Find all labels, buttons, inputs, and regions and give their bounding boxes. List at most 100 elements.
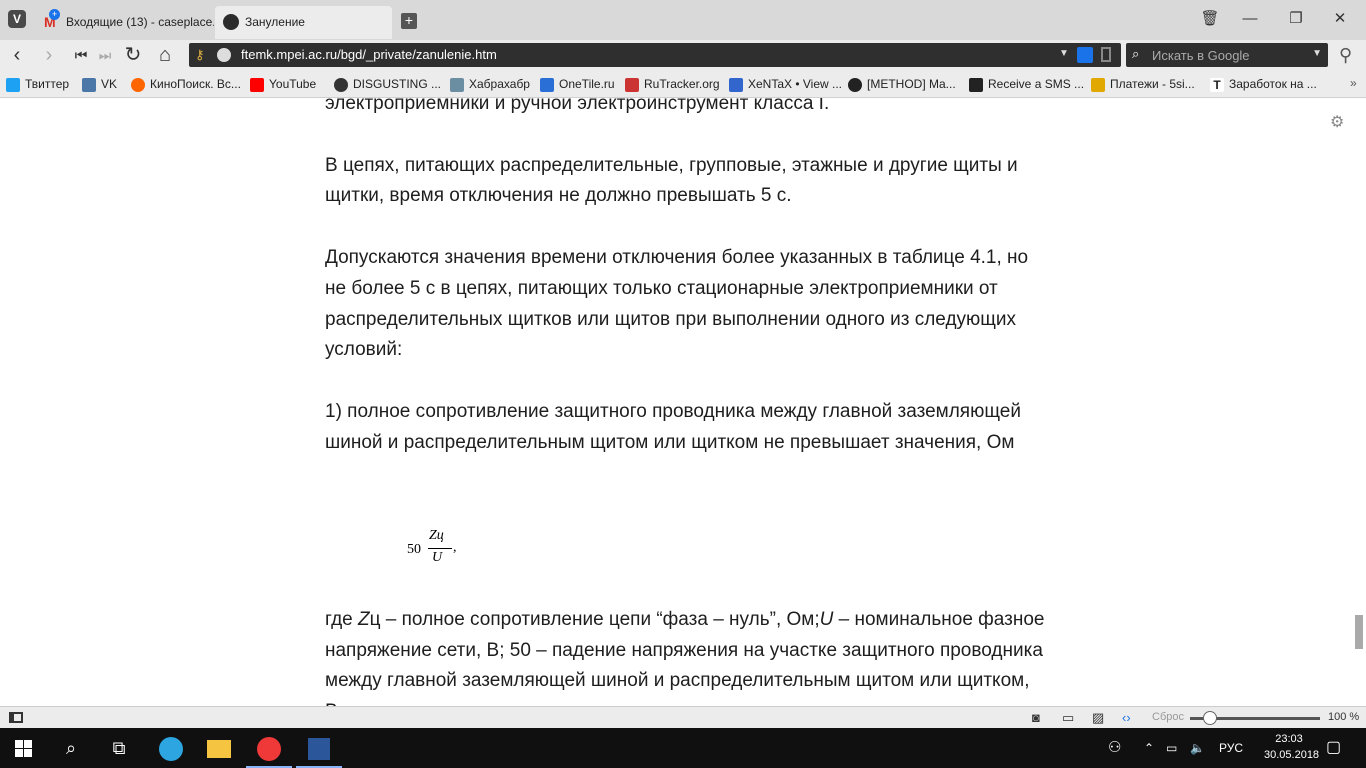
site-info-icon[interactable] (217, 48, 231, 62)
rewind-button[interactable]: ⏮ (70, 44, 92, 66)
forward-button[interactable]: › (38, 44, 60, 66)
method-icon (848, 78, 862, 92)
bookmark-item[interactable]: [METHOD] Ma... (848, 77, 956, 92)
bookmark-item[interactable]: КиноПоиск. Вс... (131, 77, 241, 92)
fraction-bar (428, 548, 452, 549)
notifications-icon[interactable]: ▢ (1326, 728, 1341, 768)
bookmark-item[interactable]: Receive a SMS ... (969, 77, 1084, 92)
formula-denominator: U (432, 550, 443, 565)
tab-bar: V M + Входящие (13) - caseplace.a Зануле… (0, 0, 1366, 40)
bookmark-item[interactable]: RuTracker.org (625, 77, 720, 92)
chevron-down-icon[interactable]: ▼ (1059, 48, 1069, 59)
bookmark-item[interactable]: Твиттер (6, 77, 69, 92)
kinopoisk-icon (131, 78, 145, 92)
back-button[interactable]: ‹ (6, 44, 28, 66)
scrollbar[interactable] (1352, 98, 1366, 706)
clock-date: 30.05.2018 (1264, 749, 1320, 761)
bookmark-item[interactable]: DISGUSTING ... (334, 77, 441, 92)
youtube-icon (250, 78, 264, 92)
file-explorer-icon[interactable] (196, 728, 242, 768)
formula-coefficient: 50 (407, 542, 421, 557)
tab-label: Зануление (245, 15, 305, 29)
formula-numerator: Zц (429, 528, 444, 543)
chevron-up-icon[interactable]: ⌃ (1144, 728, 1154, 768)
reload-button[interactable]: ↻ (122, 44, 144, 66)
vivaldi-menu-icon[interactable]: V (8, 10, 26, 28)
network-icon[interactable]: ▭ (1166, 728, 1177, 768)
bookmark-item[interactable]: XeNTaX • View ... (729, 77, 842, 92)
reader-view-icon[interactable] (1077, 47, 1093, 63)
camera-icon[interactable]: ◙ (1032, 710, 1040, 725)
zoom-reset[interactable]: Сброс (1152, 711, 1184, 723)
bookmark-item[interactable]: OneTile.ru (540, 77, 615, 92)
volume-icon[interactable]: 🔈 (1190, 728, 1205, 768)
status-bar: ◙ ▭ ▨ ‹› Сброс 100 % (0, 706, 1366, 728)
page-content: электроприемники и ручной электроинструм… (0, 98, 1366, 706)
bookmark-item[interactable]: VK (82, 77, 117, 92)
notification-badge: + (49, 9, 60, 20)
article-text: электроприемники и ручной электроинструм… (325, 98, 1045, 489)
paragraph: где Zц – полное сопротивление цепи “фаза… (325, 609, 1045, 706)
search-icon[interactable]: ⌕ (48, 728, 94, 768)
windows-taskbar: ⌕ ⧉ ⚇ ⌃ ▭ 🔈 РУС 23:03 30.05.2018 ▢ (0, 728, 1366, 768)
restore-button[interactable]: ❐ (1286, 8, 1306, 30)
fast-forward-button[interactable]: ⏭ (94, 44, 116, 66)
disgusting-icon (334, 78, 348, 92)
search-field[interactable]: ⌕ Искать в Google ▼ (1126, 43, 1328, 67)
code-icon[interactable]: ‹› (1122, 710, 1131, 725)
rutracker-icon (625, 78, 639, 92)
bookmark-item[interactable]: Платежи - 5si... (1091, 77, 1195, 92)
extension-icon[interactable]: ⚲ (1339, 45, 1352, 66)
new-tab-button[interactable]: + (401, 13, 417, 29)
panel-toggle-icon[interactable] (9, 712, 23, 723)
scroll-thumb[interactable] (1355, 615, 1363, 649)
bookmark-item[interactable]: YouTube (250, 77, 316, 92)
tab-label: Входящие (13) - caseplace.a (66, 15, 214, 29)
image-icon[interactable]: ▨ (1092, 710, 1104, 726)
window-icon[interactable]: ▭ (1062, 710, 1074, 726)
zoom-value: 100 % (1328, 711, 1360, 723)
paragraph: электроприемники и ручной электроинструм… (325, 98, 830, 114)
tab-gmail[interactable]: M + Входящие (13) - caseplace.a (36, 6, 214, 39)
close-button[interactable]: ✕ (1330, 8, 1350, 30)
chevron-down-icon[interactable]: ▼ (1312, 48, 1322, 59)
trash-icon[interactable]: 🗑 (1200, 8, 1220, 30)
bookmark-icon[interactable] (1101, 47, 1111, 62)
paragraph: В цепях, питающих распределительные, гру… (325, 154, 1018, 207)
habr-icon (450, 78, 464, 92)
paragraph: 1) полное сопротивление защитного провод… (325, 400, 1021, 453)
zoom-slider-handle[interactable] (1202, 711, 1217, 725)
formula-comma: , (453, 540, 457, 555)
search-icon: ⌕ (1132, 46, 1140, 61)
windows-icon (15, 740, 32, 757)
url-field[interactable]: ⚷ ftemk.mpei.ac.ru/bgd/_private/zanuleni… (189, 43, 1121, 67)
url-text[interactable]: ftemk.mpei.ac.ru/bgd/_private/zanulenie.… (241, 47, 497, 62)
globe-icon (223, 14, 239, 30)
language-indicator[interactable]: РУС (1219, 728, 1243, 768)
twitter-icon (6, 78, 20, 92)
gear-icon[interactable]: ⚙ (1330, 112, 1344, 132)
start-button[interactable] (0, 728, 46, 768)
key-icon[interactable]: ⚷ (195, 47, 205, 63)
onetile-icon (540, 78, 554, 92)
bookmark-item[interactable]: Хабрахабр (450, 77, 530, 92)
bookmark-item[interactable]: T Заработок на ... (1210, 77, 1317, 92)
people-icon[interactable]: ⚇ (1108, 728, 1121, 768)
payments-icon (1091, 78, 1105, 92)
tab-zanulenie[interactable]: Зануление (215, 6, 392, 39)
more-bookmarks-icon[interactable]: » (1350, 76, 1357, 90)
minimize-button[interactable]: — (1240, 8, 1260, 30)
t-icon: T (1210, 78, 1224, 92)
clock-time: 23:03 (1275, 733, 1303, 745)
vk-icon (82, 78, 96, 92)
bookmarks-bar: Твиттер VK КиноПоиск. Вс... YouTube DISG… (0, 72, 1366, 98)
telegram-icon[interactable] (148, 728, 194, 768)
paragraph: Допускаются значения времени отключения … (325, 247, 1029, 361)
clock[interactable]: 23:03 30.05.2018 (1264, 731, 1320, 763)
home-button[interactable]: ⌂ (154, 44, 176, 66)
vivaldi-taskbar-icon[interactable] (246, 728, 292, 768)
xentax-icon (729, 78, 743, 92)
address-toolbar: ‹ › ⏮ ⏭ ↻ ⌂ ⚷ ftemk.mpei.ac.ru/bgd/_priv… (0, 40, 1366, 72)
word-icon[interactable] (296, 728, 342, 768)
task-view-icon[interactable]: ⧉ (96, 728, 142, 768)
